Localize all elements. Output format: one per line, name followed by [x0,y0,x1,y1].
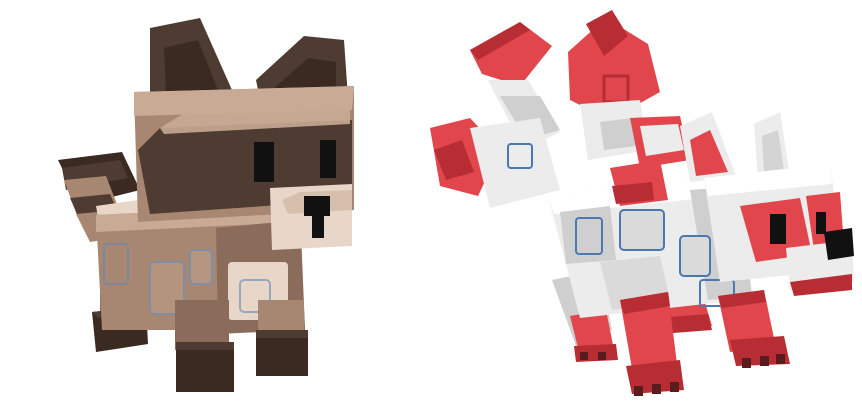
fox-model [430,10,854,396]
raccoon-left-eye [254,142,274,182]
raccoon-snout [270,184,352,250]
fox-right-eye [816,212,826,234]
raccoon-nose [304,196,330,216]
fox-left-eye [770,214,786,244]
fox-nose [824,228,854,260]
raccoon-model [58,18,354,392]
game-scene [0,0,862,420]
raccoon-right-eye [320,140,336,178]
scene-canvas [58,10,854,396]
